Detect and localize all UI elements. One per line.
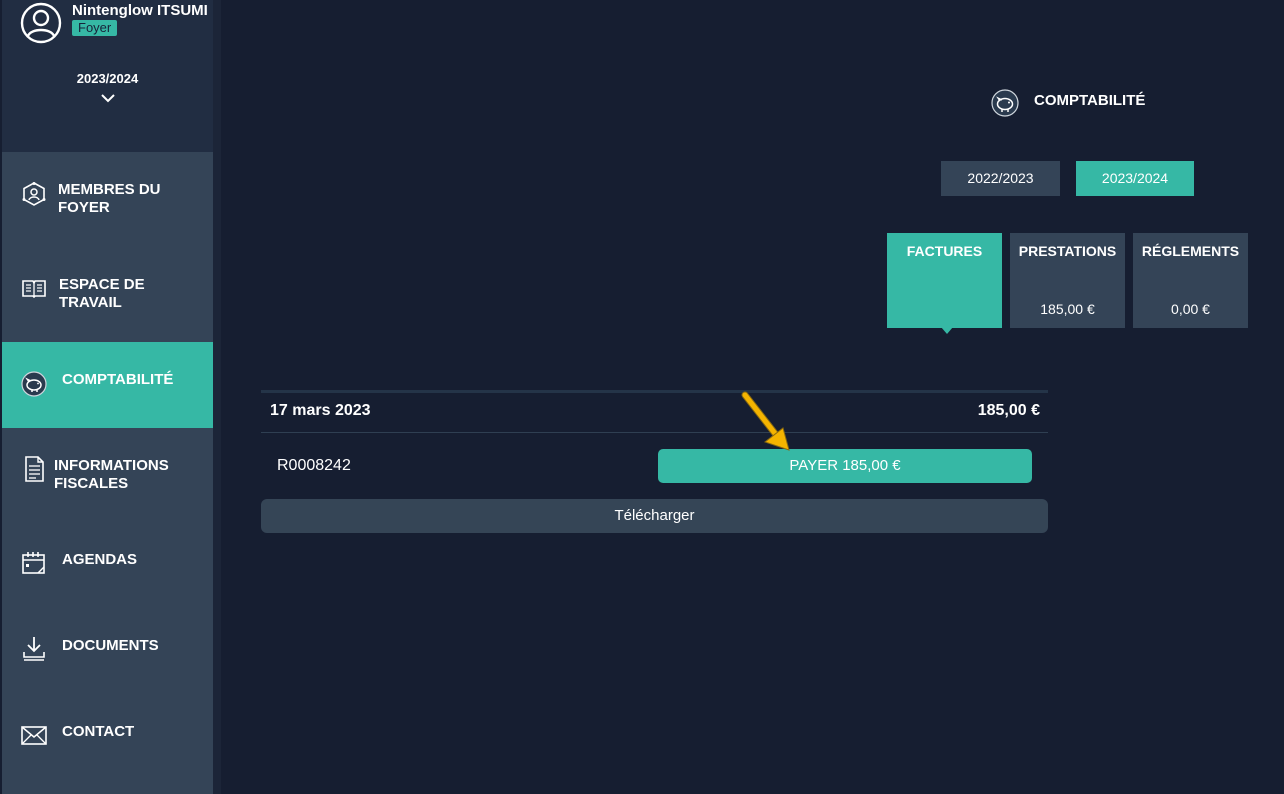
row-divider [261,432,1048,433]
user-avatar-icon[interactable] [20,2,62,44]
sidebar-item-label: CONTACT [62,723,135,740]
invoice-amount: 185,00 € [977,402,1040,419]
sidebar-item-informations-fiscales[interactable]: INFORMATIONS FISCALES [2,428,213,514]
sidebar: Nintenglow ITSUMI Foyer 2023/2024 MEMBRE… [2,0,213,794]
tab-value: 0,00 € [1171,301,1210,317]
download-button[interactable]: Télécharger [261,499,1048,533]
invoice-date: 17 mars 2023 [270,402,371,419]
calendar-icon [22,552,45,574]
piggy-bank-icon [991,89,1019,117]
tab-label: FACTURES [906,243,983,259]
annotation-arrow-icon [741,391,790,451]
sidebar-header: Nintenglow ITSUMI Foyer 2023/2024 [2,0,213,152]
sidebar-item-espace-de-travail[interactable]: ESPACE DE TRAVAIL [2,247,213,333]
piggy-bank-icon [21,371,47,397]
sidebar-item-documents[interactable]: DOCUMENTS [2,600,213,686]
pay-button[interactable]: PAYER 185,00 € [658,449,1032,483]
year-button-2023-2024[interactable]: 2023/2024 [1076,161,1194,196]
page-title: COMPTABILITÉ [1034,92,1146,109]
sidebar-item-contact[interactable]: CONTACT [2,686,213,772]
sidebar-item-label: MEMBRES DU FOYER [58,181,161,216]
sidebar-item-label: AGENDAS [62,551,138,568]
envelope-icon [21,726,47,745]
year-button-2022-2023[interactable]: 2022/2023 [941,161,1060,196]
sidebar-item-comptabilite[interactable]: COMPTABILITÉ [2,342,213,428]
invoice-reference: R0008242 [277,457,351,474]
year-selector-label[interactable]: 2023/2024 [2,71,213,86]
sidebar-item-agendas[interactable]: AGENDAS [2,514,213,600]
sidebar-item-label: COMPTABILITÉ [62,371,174,388]
sidebar-item-label: DOCUMENTS [62,637,159,654]
tab-value: 185,00 € [1040,301,1095,317]
download-icon [23,637,45,661]
household-badge: Foyer [72,20,118,36]
sidebar-edge [213,0,221,794]
user-name: Nintenglow ITSUMI [72,2,208,19]
tab-reglements[interactable]: RÉGLEMENTS 0,00 € [1133,233,1248,328]
open-book-icon [22,280,46,299]
sidebar-item-label: ESPACE DE TRAVAIL [59,276,145,311]
sidebar-item-label: INFORMATIONS FISCALES [54,457,169,492]
sidebar-item-membres[interactable]: MEMBRES DU FOYER [2,152,213,238]
invoice-list-top-border [261,390,1048,393]
document-icon [25,456,44,482]
users-network-icon [22,182,46,206]
chevron-down-icon[interactable] [100,92,116,104]
tab-factures[interactable]: FACTURES [887,233,1002,328]
tab-label: RÉGLEMENTS [1141,243,1240,259]
tab-label: PRESTATIONS [1018,243,1117,259]
tab-prestations[interactable]: PRESTATIONS 185,00 € [1010,233,1125,328]
active-tab-pointer [941,327,953,334]
